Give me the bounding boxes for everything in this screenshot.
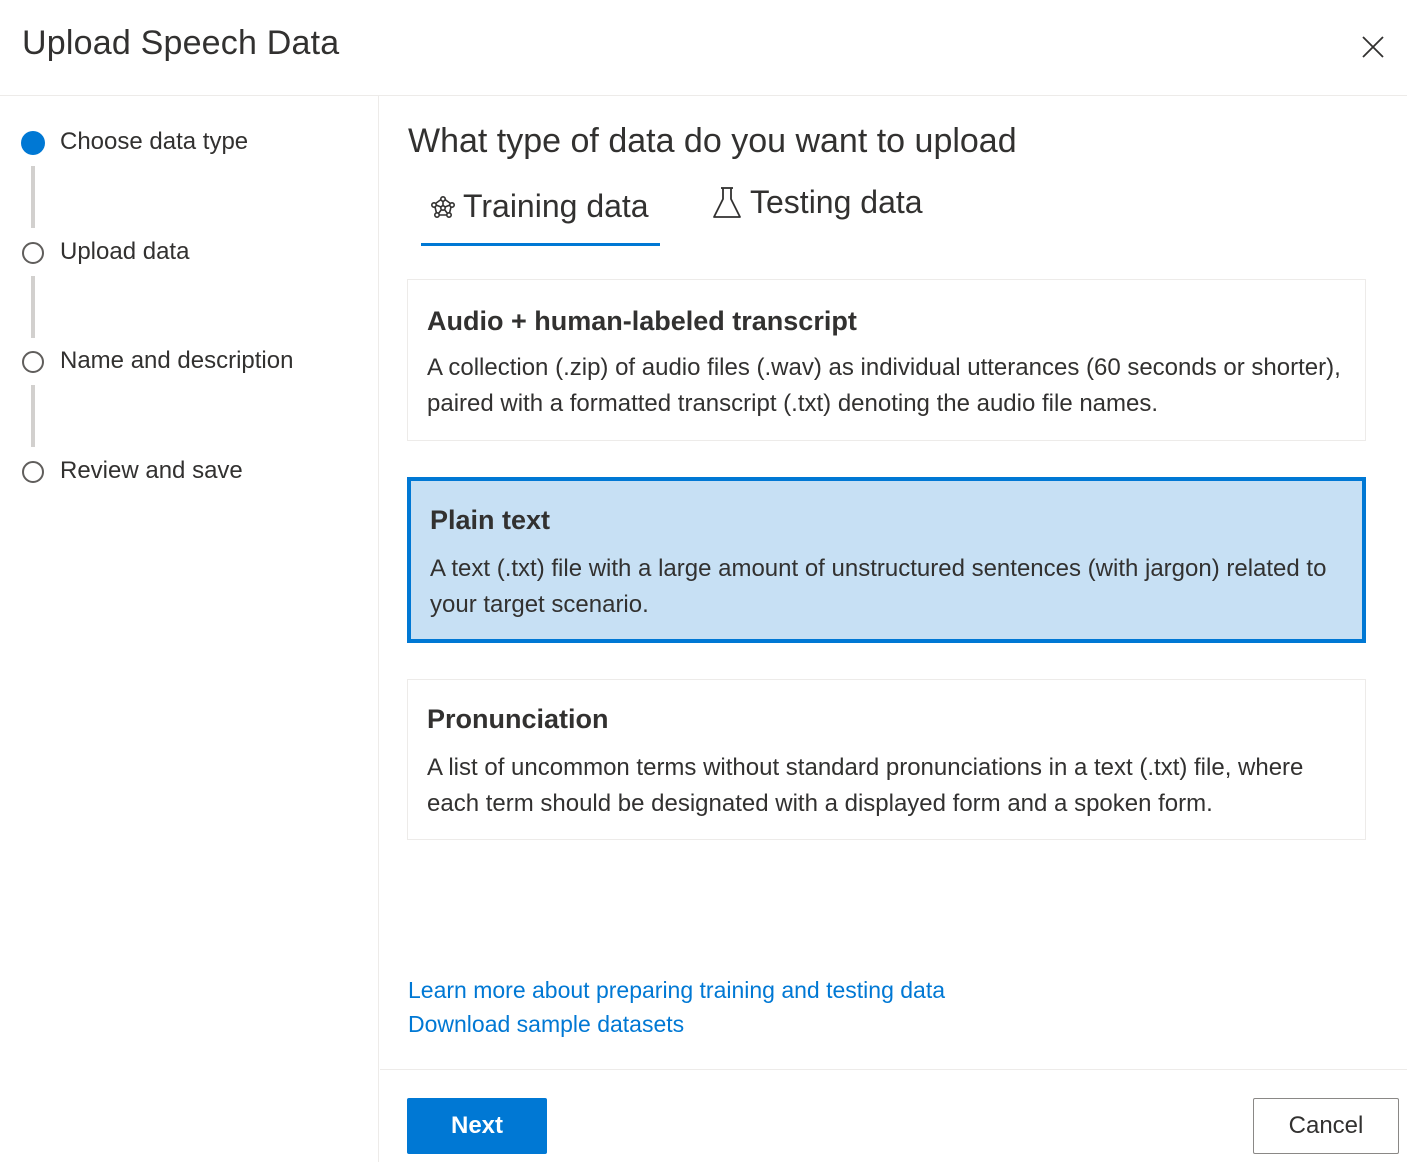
tab-label: Training data	[463, 188, 649, 224]
option-audio-transcript[interactable]: Audio + human-labeled transcript A colle…	[407, 279, 1366, 441]
step-choose-data-type: Choose data type	[0, 123, 379, 163]
learn-more-link[interactable]: Learn more about preparing training and …	[408, 977, 945, 1004]
option-title: Plain text	[430, 505, 551, 535]
step-label: Upload data	[60, 238, 190, 265]
step-connector	[31, 385, 35, 447]
dialog-title: Upload Speech Data	[22, 24, 340, 62]
step-pending-indicator	[22, 351, 44, 373]
page-title: What type of data do you want to upload	[408, 122, 1017, 160]
option-title: Audio + human-labeled transcript	[427, 306, 857, 336]
step-label: Name and description	[60, 347, 294, 374]
option-description: A text (.txt) file with a large amount o…	[430, 555, 1327, 618]
brain-icon	[430, 195, 455, 218]
option-plain-text[interactable]: Plain text A text (.txt) file with a lar…	[407, 477, 1366, 643]
option-description: A list of uncommon terms without standar…	[427, 754, 1304, 817]
flask-icon	[713, 187, 741, 218]
close-icon	[1362, 36, 1384, 58]
tab-testing-data[interactable]: Testing data	[710, 182, 930, 246]
step-active-indicator	[21, 131, 45, 155]
tab-training-data[interactable]: Training data	[421, 182, 660, 246]
step-connector	[31, 166, 35, 228]
download-samples-link[interactable]: Download sample datasets	[408, 1011, 684, 1038]
step-sidebar: Choose data type Upload data Name and de…	[0, 96, 379, 1162]
step-review-and-save: Review and save	[0, 452, 379, 492]
step-pending-indicator	[22, 242, 44, 264]
option-title: Pronunciation	[427, 704, 609, 734]
option-description: A collection (.zip) of audio files (.wav…	[427, 354, 1341, 417]
step-label: Review and save	[60, 457, 243, 484]
main-panel: What type of data do you want to upload …	[380, 96, 1407, 1162]
cancel-button[interactable]: Cancel	[1253, 1098, 1399, 1154]
dialog-header: Upload Speech Data	[0, 0, 1407, 96]
tab-label: Testing data	[750, 184, 923, 220]
option-pronunciation[interactable]: Pronunciation A list of uncommon terms w…	[407, 679, 1366, 840]
step-pending-indicator	[22, 461, 44, 483]
close-button[interactable]	[1356, 30, 1390, 64]
step-upload-data: Upload data	[0, 233, 379, 273]
step-name-and-description: Name and description	[0, 342, 379, 382]
next-button[interactable]: Next	[407, 1098, 547, 1154]
step-label: Choose data type	[60, 128, 249, 155]
step-connector	[31, 276, 35, 338]
footer-divider	[380, 1069, 1407, 1070]
